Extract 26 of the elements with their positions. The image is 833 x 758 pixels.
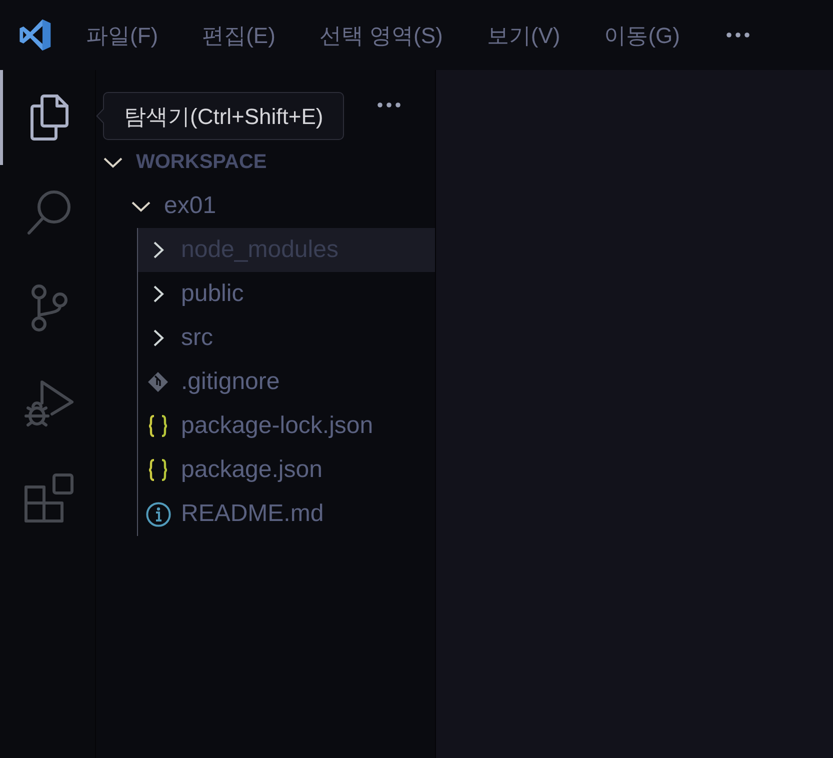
braces-icon — [148, 459, 168, 481]
braces-icon — [148, 415, 168, 437]
tree-item[interactable]: package-lock.json — [138, 404, 435, 448]
tree-item[interactable]: WORKSPACE — [96, 140, 435, 184]
search-icon — [26, 189, 72, 236]
tooltip: 탐색기(Ctrl+Shift+E) — [103, 92, 344, 140]
tree-item[interactable]: src — [138, 316, 435, 360]
tree-item[interactable]: README.md — [138, 492, 435, 536]
info-icon — [146, 502, 170, 526]
menu-item[interactable]: 이동(G) — [582, 15, 702, 55]
more-icon[interactable] — [377, 102, 401, 108]
blocks-icon — [24, 472, 74, 522]
menu-item[interactable]: 선택 영역(S) — [297, 15, 465, 55]
app-logo-icon — [18, 18, 52, 52]
tree-item[interactable]: public — [138, 272, 435, 316]
menu-item[interactable]: 보기(V) — [464, 15, 582, 55]
menu-item[interactable]: 편집(E) — [180, 15, 298, 55]
branch-icon — [30, 284, 68, 332]
menu-item[interactable]: 파일(F) — [64, 15, 180, 55]
tree-item[interactable]: .gitignore — [138, 360, 435, 404]
more-icon[interactable] — [726, 32, 750, 38]
play-bug-icon — [24, 378, 74, 426]
diamond-icon — [147, 371, 169, 393]
tree-item[interactable]: ex01 — [96, 184, 435, 228]
files-icon — [28, 94, 70, 141]
tree-item[interactable]: package.json — [138, 448, 435, 492]
